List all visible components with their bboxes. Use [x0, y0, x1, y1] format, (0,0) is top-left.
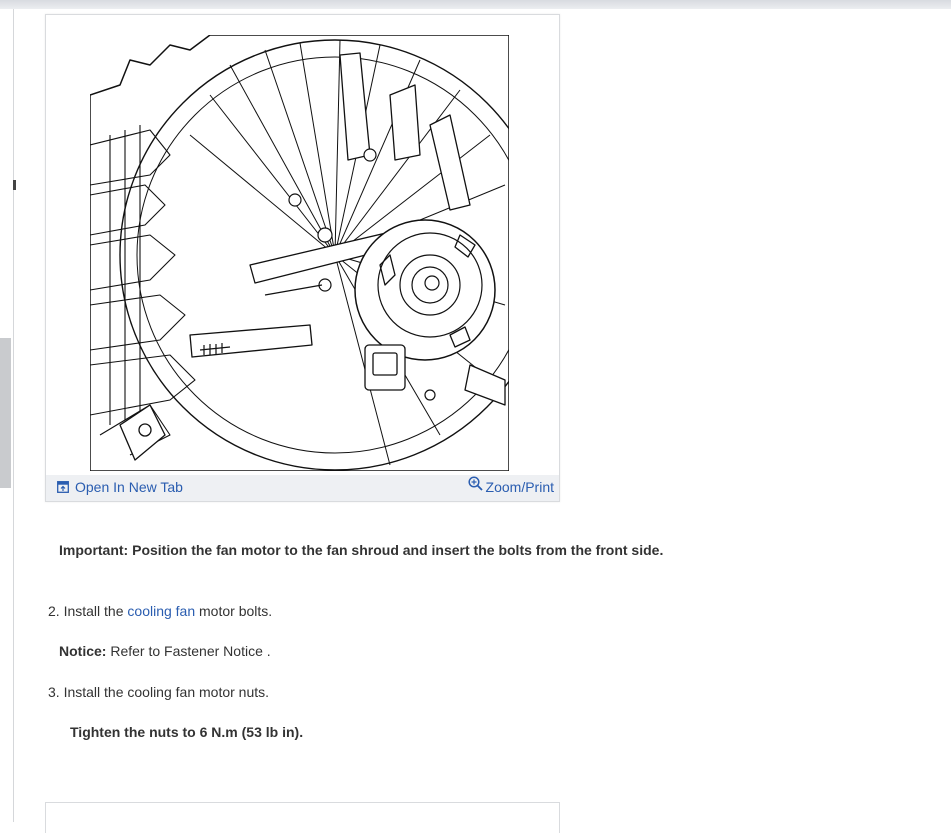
figure-action-bar: Open In New Tab Zoom/Print	[46, 475, 559, 501]
open-in-new-tab-link[interactable]: Open In New Tab	[57, 479, 183, 495]
open-in-new-tab-label: Open In New Tab	[75, 479, 183, 495]
next-figure-card	[45, 802, 560, 833]
notice-note: Notice: Refer to Fastener Notice .	[59, 643, 271, 659]
left-edge-marker	[13, 180, 16, 190]
cooling-fan-motor-illustration	[90, 35, 509, 471]
zoom-print-link[interactable]: Zoom/Print	[467, 476, 554, 495]
step-2: 2. Install the cooling fan motor bolts.	[48, 603, 272, 619]
important-label: Important:	[59, 542, 129, 558]
top-toolbar-strip	[0, 0, 951, 9]
left-divider	[13, 9, 14, 822]
important-note: Important: Position the fan motor to the…	[59, 542, 663, 558]
open-new-tab-icon	[57, 481, 69, 493]
figure-card: Open In New Tab Zoom/Print	[45, 14, 560, 502]
notice-label: Notice:	[59, 643, 107, 659]
step-2-post: motor bolts.	[199, 603, 273, 619]
step-3-number: 3.	[48, 684, 60, 700]
step-3-text: Install the cooling fan motor nuts.	[63, 684, 270, 700]
tighten-instruction: Tighten the nuts to 6 N.m (53 lb in).	[70, 724, 304, 740]
step-2-number: 2.	[48, 603, 60, 619]
cooling-fan-link[interactable]: cooling fan	[127, 603, 195, 619]
step-3: 3. Install the cooling fan motor nuts.	[48, 684, 269, 700]
zoom-in-icon	[467, 476, 483, 491]
zoom-print-label: Zoom/Print	[485, 479, 554, 495]
notice-text: Refer to Fastener Notice .	[110, 643, 271, 659]
important-text: Position the fan motor to the fan shroud…	[132, 542, 664, 558]
step-2-pre: Install the	[63, 603, 124, 619]
left-scrollbar-thumb[interactable]	[0, 338, 11, 488]
